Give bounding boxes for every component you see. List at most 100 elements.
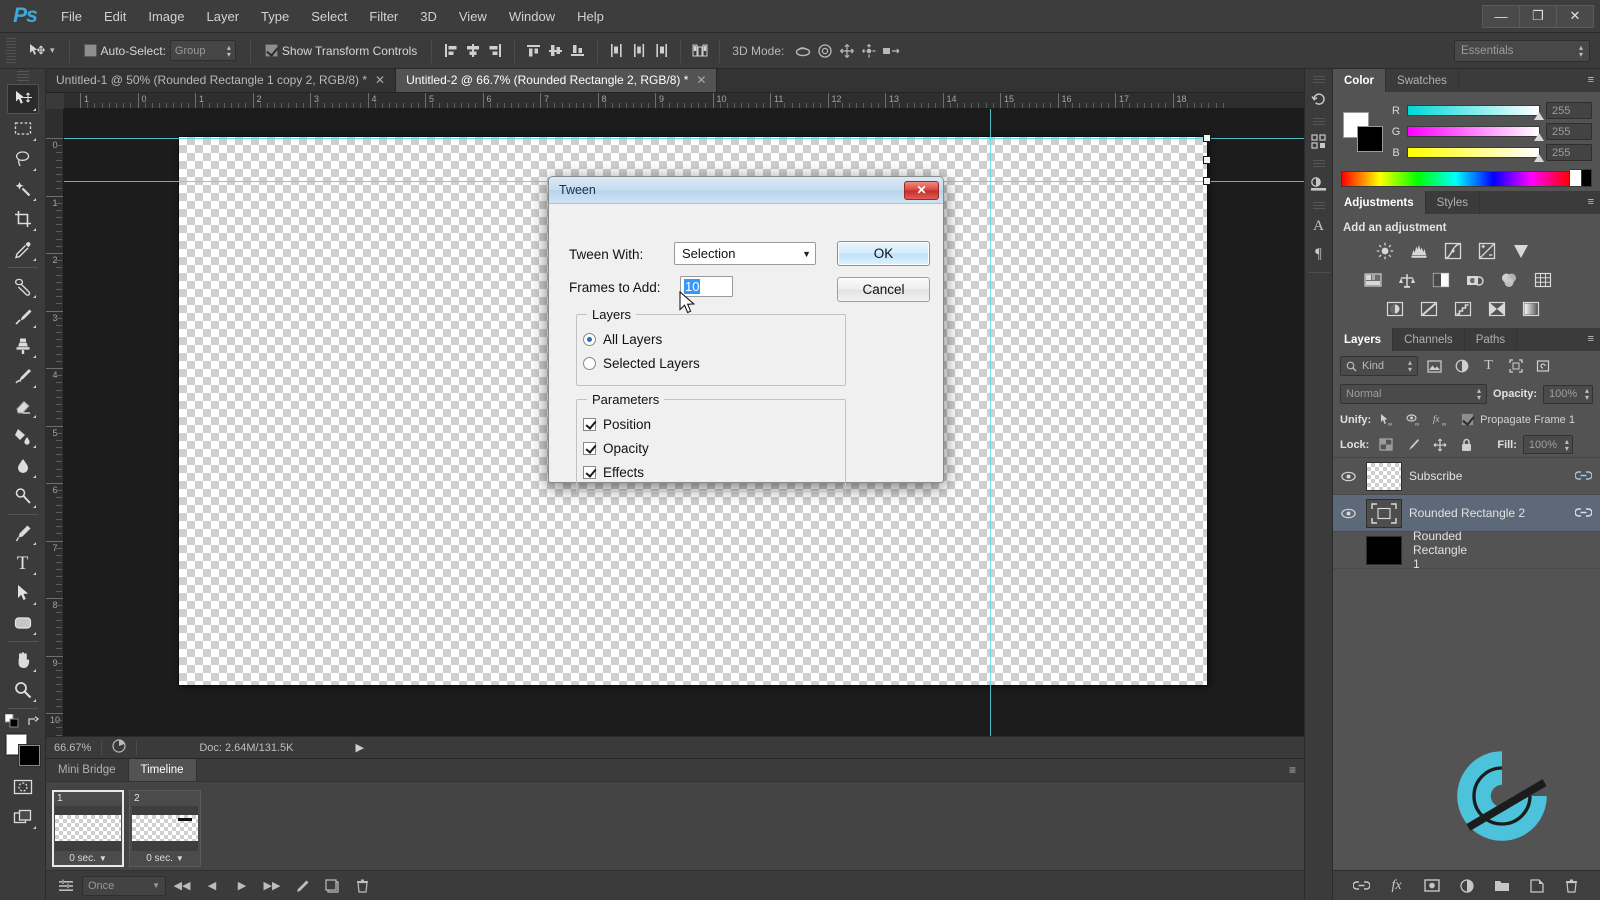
filter-type-icon[interactable]: T — [1478, 357, 1499, 376]
filter-adjustment-icon[interactable] — [1451, 357, 1472, 376]
document-tab-untitled-1[interactable]: Untitled-1 @ 50% (Rounded Rectangle 1 co… — [46, 68, 397, 92]
new-layer-button[interactable] — [1526, 875, 1548, 897]
ok-button[interactable]: OK — [837, 241, 930, 266]
curves-icon[interactable] — [1441, 240, 1465, 262]
dock-grip[interactable] — [1312, 118, 1325, 126]
align-right-edges-icon[interactable] — [484, 40, 506, 62]
blur-tool[interactable] — [7, 451, 39, 481]
menu-layer[interactable]: Layer — [196, 0, 251, 33]
delete-selected-frames-button[interactable] — [348, 875, 376, 897]
rotate-3d-icon[interactable] — [792, 40, 814, 62]
selective-color-icon[interactable] — [1485, 298, 1509, 320]
brush-tool[interactable] — [7, 301, 39, 331]
distribute-horizontal-center-icon[interactable] — [628, 40, 650, 62]
g-slider-track[interactable] — [1407, 126, 1544, 141]
history-panel-icon[interactable] — [1307, 87, 1331, 113]
auto-select-checkbox[interactable] — [83, 44, 97, 57]
document-proxy-icon[interactable] — [112, 739, 126, 756]
swap-colors-icon[interactable] — [27, 715, 40, 728]
color-lookup-icon[interactable] — [1531, 269, 1555, 291]
path-selection-tool[interactable] — [7, 578, 39, 608]
add-layer-style-button[interactable]: fx — [1386, 875, 1408, 897]
gradient-map-icon[interactable] — [1519, 298, 1543, 320]
dock-grip[interactable] — [1312, 76, 1325, 84]
align-bottom-edges-icon[interactable] — [567, 40, 589, 62]
looping-options-select[interactable]: Once ▼ — [82, 875, 166, 896]
lock-image-pixels-icon[interactable] — [1402, 435, 1423, 454]
unify-visibility-icon[interactable]: ∞ — [1404, 410, 1425, 429]
posterize-icon[interactable] — [1417, 298, 1441, 320]
minimize-button[interactable]: — — [1482, 4, 1520, 28]
menu-select[interactable]: Select — [300, 0, 358, 33]
tab-paths[interactable]: Paths — [1464, 328, 1518, 351]
quick-mask-mode-button[interactable] — [7, 772, 39, 802]
layer-visibility-toggle[interactable] — [1337, 539, 1359, 561]
align-top-edges-icon[interactable] — [523, 40, 545, 62]
r-value-field[interactable]: 255 — [1546, 102, 1592, 119]
layer-link-icon[interactable] — [1574, 506, 1593, 521]
animation-frames-list[interactable]: 1 0 sec. ▼ 2 0 sec. ▼ — [46, 781, 1304, 870]
propagate-frame-checkbox[interactable] — [1461, 413, 1475, 426]
selected-layers-radio[interactable] — [583, 357, 596, 370]
align-vertical-centers-icon[interactable] — [545, 40, 567, 62]
link-layers-button[interactable] — [1351, 875, 1373, 897]
eyedropper-tool[interactable] — [7, 234, 39, 264]
select-first-frame-button[interactable]: ◀◀ — [168, 875, 196, 897]
lock-transparent-pixels-icon[interactable] — [1375, 435, 1396, 454]
horizontal-type-tool[interactable]: T — [7, 548, 39, 578]
menu-window[interactable]: Window — [498, 0, 566, 33]
layer-visibility-toggle[interactable] — [1337, 502, 1359, 524]
hand-tool[interactable] — [7, 645, 39, 675]
tab-timeline[interactable]: Timeline — [128, 759, 197, 781]
guide-vertical[interactable] — [990, 109, 991, 736]
duplicate-selected-frames-button[interactable] — [318, 875, 346, 897]
transform-handle-bottom-right[interactable] — [1203, 177, 1211, 185]
align-horizontal-centers-icon[interactable] — [462, 40, 484, 62]
menu-view[interactable]: View — [448, 0, 498, 33]
auto-select-scope-select[interactable]: Group ▴ ▾ — [169, 40, 236, 61]
tween-animation-frames-button[interactable] — [288, 875, 316, 897]
g-value-field[interactable]: 255 — [1546, 123, 1592, 140]
vertical-ruler[interactable]: 0 1 2 3 4 5 6 7 8 9 10 — [46, 109, 64, 736]
delete-layer-button[interactable] — [1561, 875, 1583, 897]
black-white-icon[interactable] — [1429, 269, 1453, 291]
workspace-selector[interactable]: Essentials ▴ ▾ — [1454, 39, 1590, 62]
menu-file[interactable]: File — [50, 0, 93, 33]
invert-icon[interactable] — [1383, 298, 1407, 320]
panel-menu-icon[interactable]: ≡ — [1289, 763, 1296, 777]
position-checkbox[interactable] — [583, 418, 596, 431]
layer-list[interactable]: Subscribe Rounded Rectangle 2 Rounded Re… — [1333, 457, 1600, 870]
layer-visibility-toggle[interactable] — [1337, 465, 1359, 487]
close-button[interactable]: ✕ — [1556, 4, 1594, 28]
dialog-title-bar[interactable]: Tween ✕ — [549, 177, 943, 204]
distribute-right-icon[interactable] — [650, 40, 672, 62]
play-arrow-icon[interactable]: ▶ — [355, 741, 363, 754]
new-fill-adjustment-layer-button[interactable] — [1456, 875, 1478, 897]
menu-image[interactable]: Image — [137, 0, 195, 33]
tab-color[interactable]: Color — [1333, 69, 1387, 92]
animation-frame[interactable]: 1 0 sec. ▼ — [52, 790, 124, 867]
current-tool-preset[interactable]: ▾ — [22, 42, 61, 60]
opacity-field[interactable]: 100% ▴ ▾ — [1543, 384, 1593, 404]
black-swatch[interactable] — [1582, 169, 1592, 187]
unify-style-icon[interactable]: fx ∞ — [1431, 410, 1452, 429]
quick-selection-tool[interactable] — [7, 174, 39, 204]
panel-menu-icon[interactable]: ≡ — [1588, 74, 1594, 86]
close-icon[interactable]: ✕ — [696, 73, 706, 87]
menu-type[interactable]: Type — [250, 0, 300, 33]
play-animation-button[interactable]: ▶ — [228, 875, 256, 897]
white-swatch[interactable] — [1570, 169, 1582, 187]
layer-name[interactable]: Rounded Rectangle 2 — [1409, 506, 1568, 520]
ruler-origin[interactable] — [46, 93, 64, 109]
dock-grip[interactable] — [1312, 202, 1325, 210]
filter-shape-icon[interactable] — [1505, 357, 1526, 376]
layer-thumbnail[interactable] — [1366, 461, 1402, 491]
panel-menu-icon[interactable]: ≡ — [1588, 196, 1594, 208]
scale-3d-icon[interactable] — [880, 40, 902, 62]
menu-filter[interactable]: Filter — [358, 0, 409, 33]
zoom-tool[interactable] — [7, 675, 39, 705]
color-balance-icon[interactable] — [1395, 269, 1419, 291]
parameter-opacity-option[interactable]: Opacity — [583, 441, 649, 456]
layer-name[interactable]: Rounded Rectangle 1 — [1413, 529, 1467, 571]
vibrance-icon[interactable] — [1509, 240, 1533, 262]
